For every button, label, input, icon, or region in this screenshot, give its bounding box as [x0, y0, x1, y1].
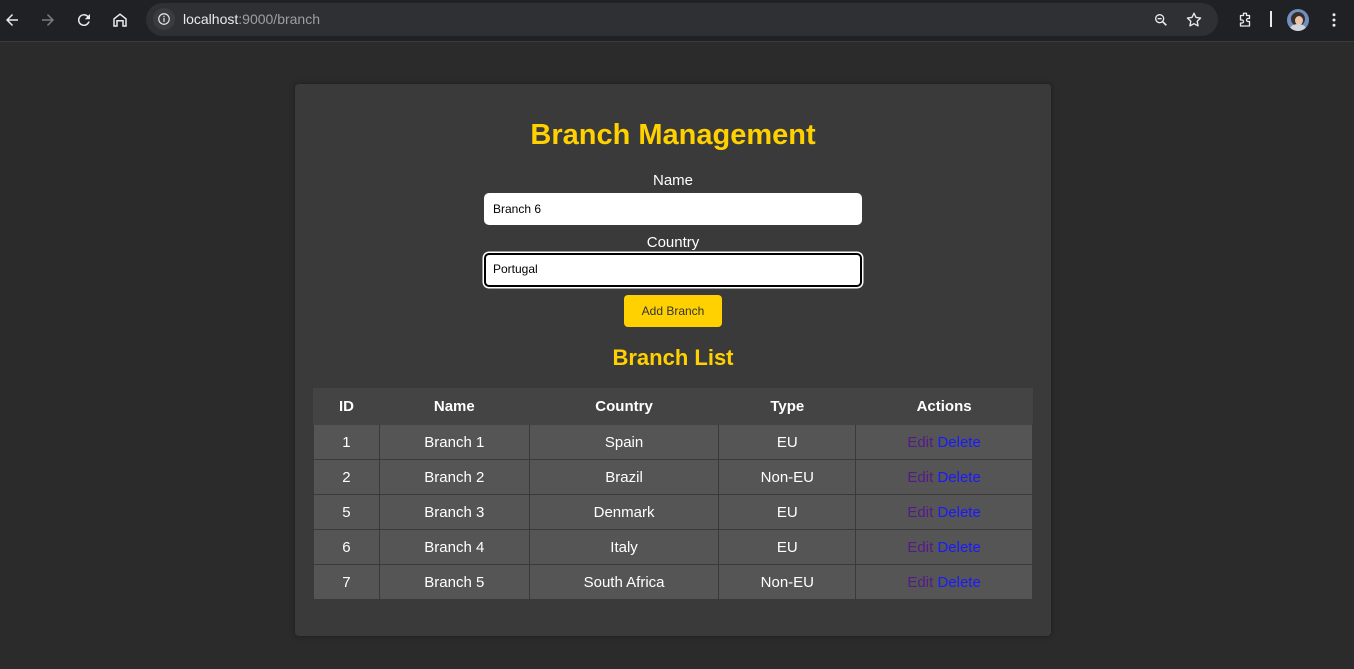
add-branch-button[interactable]: Add Branch [624, 295, 722, 327]
edit-link[interactable]: Edit [907, 574, 933, 591]
table-row: 2 Branch 2 Brazil Non-EU Edit Delete [313, 459, 1033, 495]
cell-type: Non-EU [718, 564, 857, 600]
extensions-icon[interactable] [1233, 8, 1257, 32]
cell-type: Non-EU [718, 459, 857, 495]
header-id: ID [313, 388, 380, 425]
header-name: Name [378, 388, 530, 425]
address-bar[interactable]: localhost:9000/branch [146, 3, 1218, 36]
cell-type: EU [718, 424, 857, 460]
cell-type: EU [718, 529, 857, 565]
cell-country: Denmark [528, 494, 720, 530]
browser-toolbar: localhost:9000/branch [0, 0, 1354, 42]
url-text: localhost:9000/branch [183, 11, 320, 27]
cell-country: Brazil [528, 459, 720, 495]
cell-name: Branch 3 [378, 494, 530, 530]
edit-link[interactable]: Edit [907, 539, 933, 556]
cell-id: 7 [313, 564, 380, 600]
cell-name: Branch 2 [378, 459, 530, 495]
branch-table: ID Name Country Type Actions 1 Branch 1 … [313, 388, 1033, 600]
delete-link[interactable]: Delete [937, 574, 980, 591]
forward-icon[interactable] [36, 8, 60, 32]
edit-link[interactable]: Edit [907, 504, 933, 521]
cell-actions: Edit Delete [855, 564, 1033, 600]
table-row: 5 Branch 3 Denmark EU Edit Delete [313, 494, 1033, 530]
cell-id: 6 [313, 529, 380, 565]
cell-name: Branch 1 [378, 424, 530, 460]
cell-id: 5 [313, 494, 380, 530]
header-country: Country [528, 388, 720, 425]
site-info-icon[interactable] [153, 8, 175, 30]
reload-icon[interactable] [72, 8, 96, 32]
url-host: localhost [183, 11, 239, 27]
table-row: 6 Branch 4 Italy EU Edit Delete [313, 529, 1033, 565]
home-icon[interactable] [108, 8, 132, 32]
table-header-row: ID Name Country Type Actions [313, 388, 1033, 425]
name-input[interactable]: Branch 6 [484, 193, 862, 225]
back-icon[interactable] [0, 8, 24, 32]
table-row: 7 Branch 5 South Africa Non-EU Edit Dele… [313, 564, 1033, 600]
delete-link[interactable]: Delete [937, 469, 980, 486]
cell-country: South Africa [528, 564, 720, 600]
cell-country: Spain [528, 424, 720, 460]
profile-avatar-icon[interactable] [1287, 9, 1309, 31]
country-label: Country [646, 234, 700, 251]
cell-name: Branch 4 [378, 529, 530, 565]
toolbar-divider [1270, 11, 1272, 27]
header-type: Type [718, 388, 857, 425]
cell-actions: Edit Delete [855, 424, 1033, 460]
country-input[interactable]: Portugal [484, 253, 862, 287]
delete-link[interactable]: Delete [937, 539, 980, 556]
cell-name: Branch 5 [378, 564, 530, 600]
branch-list-title: Branch List [612, 345, 734, 370]
cell-actions: Edit Delete [855, 529, 1033, 565]
cell-actions: Edit Delete [855, 494, 1033, 530]
header-actions: Actions [855, 388, 1033, 425]
edit-link[interactable]: Edit [907, 434, 933, 451]
zoom-icon[interactable] [1151, 10, 1171, 30]
url-path: :9000/branch [238, 11, 320, 27]
cell-id: 2 [313, 459, 380, 495]
cell-id: 1 [313, 424, 380, 460]
cell-type: EU [718, 494, 857, 530]
edit-link[interactable]: Edit [907, 469, 933, 486]
branch-management-card: Branch Management Name Branch 6 Country … [295, 84, 1051, 636]
more-menu-icon[interactable] [1322, 8, 1346, 32]
delete-link[interactable]: Delete [937, 434, 980, 451]
name-label: Name [652, 172, 693, 189]
table-row: 1 Branch 1 Spain EU Edit Delete [313, 424, 1033, 460]
delete-link[interactable]: Delete [937, 504, 980, 521]
page-title: Branch Management [530, 119, 816, 151]
cell-country: Italy [528, 529, 720, 565]
cell-actions: Edit Delete [855, 459, 1033, 495]
bookmark-star-icon[interactable] [1184, 10, 1204, 30]
